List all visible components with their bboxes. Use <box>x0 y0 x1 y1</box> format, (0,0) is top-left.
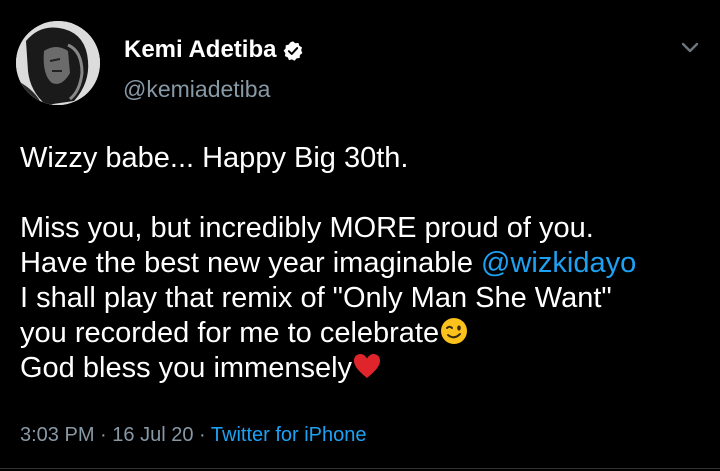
author-name[interactable]: Kemi Adetiba <box>124 36 276 64</box>
tweet-text: Wizzy babe... Happy Big 30th. Miss you, … <box>20 141 710 386</box>
tweet-line: I shall play that remix of "Only Man She… <box>20 282 612 314</box>
meta-separator: · <box>100 424 107 446</box>
author-row[interactable]: Kemi Adetiba <box>124 36 304 64</box>
avatar-photo <box>16 21 100 105</box>
divider <box>0 468 720 469</box>
tweet-line: you recorded for me to celebrate <box>20 316 710 351</box>
mention-link[interactable]: @wizkidayo <box>481 247 636 279</box>
tweet-line: God bless you immensely <box>20 351 710 386</box>
tweet-source-link[interactable]: Twitter for iPhone <box>211 424 367 446</box>
tweet-line-text: you recorded for me to celebrate <box>20 317 440 349</box>
avatar[interactable] <box>16 21 100 105</box>
chevron-down-icon[interactable] <box>678 40 702 56</box>
tweet-line: Wizzy babe... Happy Big 30th. <box>20 142 409 174</box>
tweet-meta: 3:03 PM · 16 Jul 20 · Twitter for iPhone <box>20 424 367 447</box>
author-handle[interactable]: @kemiadetiba <box>123 76 270 103</box>
meta-separator: · <box>199 424 206 446</box>
verified-badge-icon <box>284 41 303 61</box>
winking-face-icon <box>441 318 468 345</box>
red-heart-icon <box>354 354 381 379</box>
tweet-line: Have the best new year imaginable @wizki… <box>20 246 710 281</box>
tweet-line-text: Have the best new year imaginable <box>20 247 482 279</box>
tweet-line: Miss you, but incredibly MORE proud of y… <box>20 212 594 244</box>
tweet-time[interactable]: 3:03 PM <box>20 424 94 446</box>
tweet-date[interactable]: 16 Jul 20 <box>112 424 193 446</box>
tweet-line-text: God bless you immensely <box>20 352 353 384</box>
